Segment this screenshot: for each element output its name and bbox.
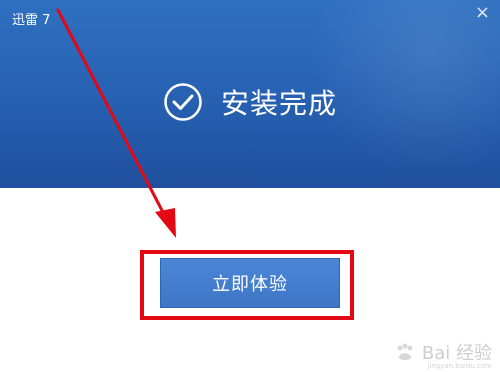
installer-window: 迅雷 7 × 安装完成 立即体验 Bai 经验 jingyan.baidu.co…: [0, 0, 500, 372]
baidu-jingyan-watermark: Bai 经验 jingyan.baidu.com: [394, 342, 492, 370]
baidu-paw-icon: [397, 343, 413, 360]
close-button[interactable]: ×: [475, 3, 490, 23]
window-title: 迅雷 7: [12, 13, 51, 28]
status-message: 安装完成: [220, 87, 337, 120]
check-circle-icon: [164, 83, 202, 121]
watermark-text: Bai 经验: [421, 343, 492, 364]
watermark-subtext: jingyan.baidu.com: [427, 362, 492, 370]
install-status: 安装完成: [0, 82, 500, 122]
header-banner: 迅雷 7 × 安装完成: [0, 0, 500, 188]
start-experience-button[interactable]: 立即体验: [160, 258, 340, 308]
